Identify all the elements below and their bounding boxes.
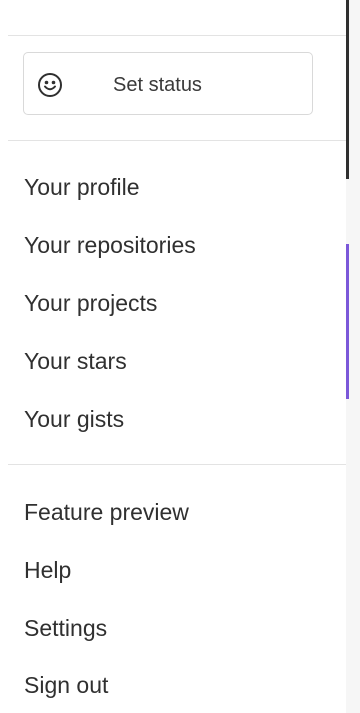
menu-item-your-gists[interactable]: Your gists (24, 400, 324, 438)
page-edge-dark-segment (346, 0, 349, 179)
smiley-icon (38, 73, 62, 97)
menu-item-your-repositories[interactable]: Your repositories (24, 226, 324, 264)
misc-section-divider (8, 464, 346, 465)
menu-item-sign-out[interactable]: Sign out (24, 666, 324, 704)
menu-item-feature-preview[interactable]: Feature preview (24, 493, 324, 531)
account-section-divider (8, 140, 346, 141)
top-divider (8, 35, 346, 36)
set-status-button[interactable]: Set status (23, 52, 313, 115)
background-page-edge (346, 0, 360, 713)
menu-item-your-profile[interactable]: Your profile (24, 168, 324, 206)
user-dropdown-menu: Set status Your profile Your repositorie… (0, 0, 346, 713)
page-edge-purple-segment (346, 244, 349, 399)
menu-item-your-projects[interactable]: Your projects (24, 284, 324, 322)
menu-item-your-stars[interactable]: Your stars (24, 342, 324, 380)
set-status-label: Set status (113, 74, 202, 96)
menu-item-help[interactable]: Help (24, 551, 324, 589)
menu-item-settings[interactable]: Settings (24, 609, 324, 647)
user-menu-screen: Set status Your profile Your repositorie… (0, 0, 360, 713)
